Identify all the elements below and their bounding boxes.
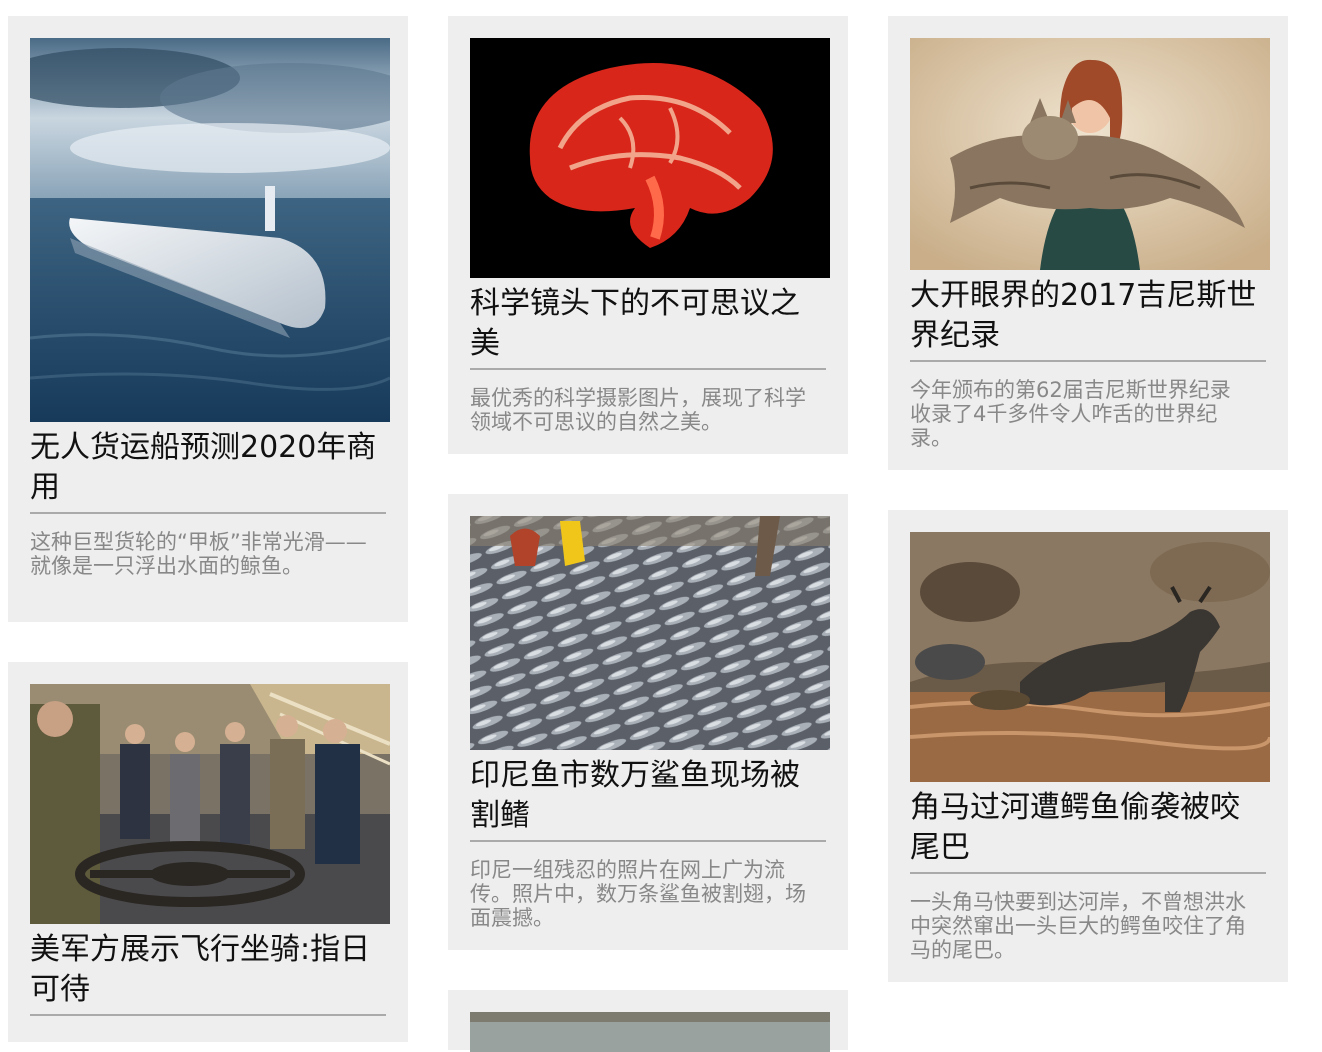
article-card[interactable]: 大开眼界的2017吉尼斯世界纪录 今年颁布的第62届吉尼斯世界纪录收录了4千多件… xyxy=(888,16,1288,470)
article-card[interactable]: 无人货运船预测2020年商用 这种巨型货轮的“甲板”非常光滑——就像是一只浮出水… xyxy=(8,16,408,622)
article-thumbnail[interactable] xyxy=(910,38,1270,270)
article-title[interactable]: 美军方展示飞行坐骑:指日可待 xyxy=(30,930,386,1014)
article-title[interactable]: 大开眼界的2017吉尼斯世界纪录 xyxy=(910,276,1266,360)
article-thumbnail[interactable] xyxy=(470,1012,830,1052)
article-thumbnail[interactable] xyxy=(910,532,1270,782)
article-card[interactable]: 印尼鱼市数万鲨鱼现场被割鳍 印尼一组残忍的照片在网上广为流传。照片中，数万条鲨鱼… xyxy=(448,494,848,950)
article-summary: 今年颁布的第62届吉尼斯世界纪录收录了4千多件令人咋舌的世界纪录。 xyxy=(910,378,1231,450)
article-thumbnail[interactable] xyxy=(470,516,830,750)
article-thumbnail[interactable] xyxy=(30,684,390,924)
article-card[interactable]: 科学镜头下的不可思议之美 最优秀的科学摄影图片，展现了科学领域不可思议的自然之美… xyxy=(448,16,848,454)
article-title[interactable]: 角马过河遭鳄鱼偷袭被咬尾巴 xyxy=(910,788,1266,872)
divider xyxy=(470,368,826,370)
article-summary: 最优秀的科学摄影图片，展现了科学领域不可思议的自然之美。 xyxy=(470,386,806,434)
article-thumbnail[interactable] xyxy=(30,38,390,422)
article-title[interactable]: 印尼鱼市数万鲨鱼现场被割鳍 xyxy=(470,756,826,840)
divider xyxy=(910,360,1266,362)
article-summary: 印尼一组残忍的照片在网上广为流传。照片中，数万条鲨鱼被割翅，场面震撼。 xyxy=(470,858,806,930)
article-title[interactable]: 无人货运船预测2020年商用 xyxy=(30,428,386,512)
article-summary: 这种巨型货轮的“甲板”非常光滑——就像是一只浮出水面的鲸鱼。 xyxy=(30,530,367,578)
article-summary: 一头角马快要到达河岸，不曾想洪水中突然窜出一头巨大的鳄鱼咬住了角马的尾巴。 xyxy=(910,890,1246,962)
article-thumbnail[interactable] xyxy=(470,38,830,278)
article-card[interactable] xyxy=(448,990,848,1052)
divider xyxy=(470,840,826,842)
divider xyxy=(30,1014,386,1016)
article-title[interactable]: 科学镜头下的不可思议之美 xyxy=(470,284,826,368)
divider xyxy=(910,872,1266,874)
article-card[interactable]: 角马过河遭鳄鱼偷袭被咬尾巴 一头角马快要到达河岸，不曾想洪水中突然窜出一头巨大的… xyxy=(888,510,1288,982)
article-card[interactable]: 美军方展示飞行坐骑:指日可待 xyxy=(8,662,408,1042)
divider xyxy=(30,512,386,514)
